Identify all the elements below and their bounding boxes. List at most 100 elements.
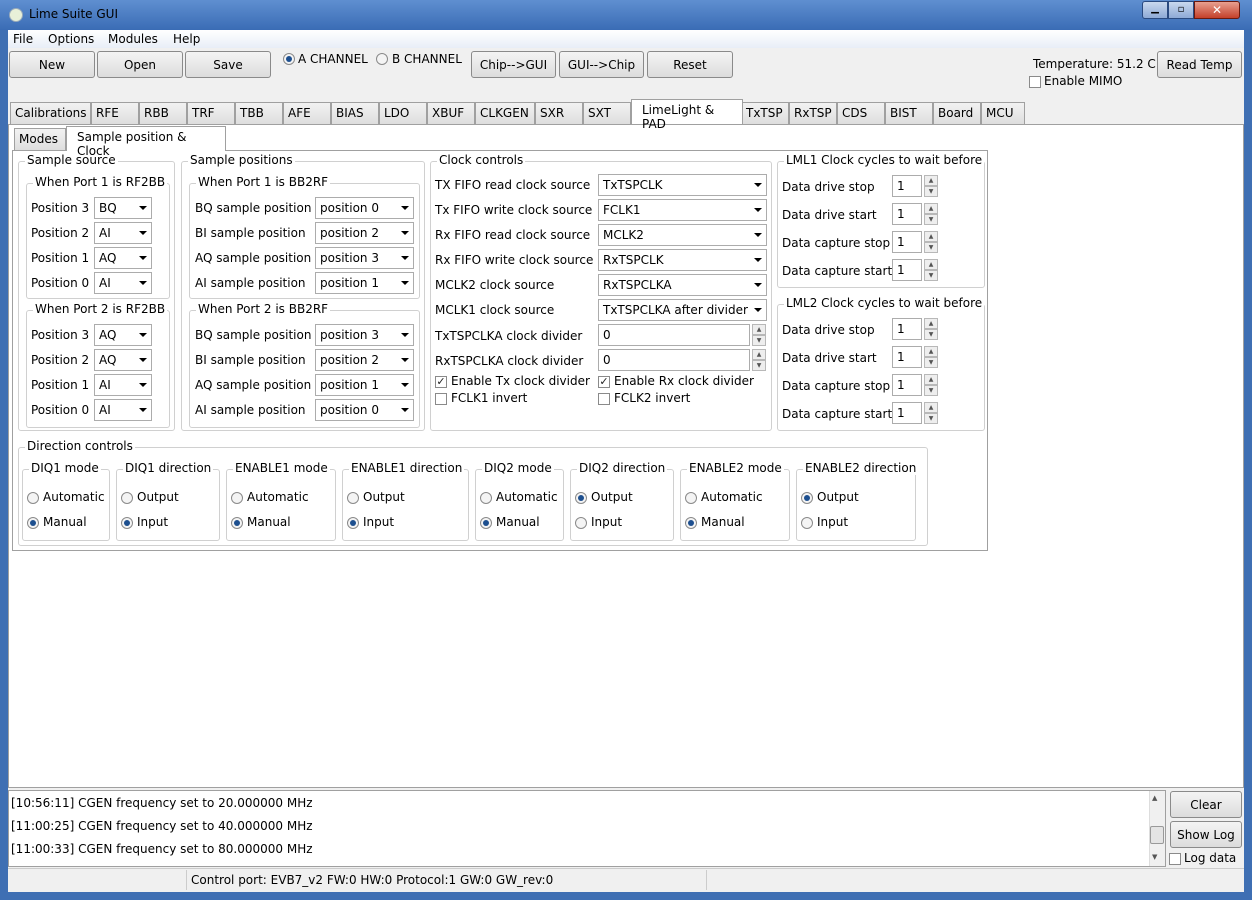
direction-radio-output[interactable]	[575, 492, 587, 504]
tab-rbb[interactable]: RBB	[139, 102, 187, 124]
lml1-spinbox[interactable]: 1	[892, 259, 922, 281]
minimize-button[interactable]: ▁	[1142, 1, 1168, 19]
chip-to-gui-button[interactable]: Chip-->GUI	[471, 51, 556, 78]
clock-source-combo[interactable]: RxTSPCLKA	[598, 274, 767, 296]
sample-positions-port2-combo[interactable]: position 3	[315, 324, 414, 346]
spin-down-icon[interactable]: ▼	[924, 413, 938, 424]
direction-radio-input[interactable]	[121, 517, 133, 529]
sample-source-port1-combo[interactable]: AQ	[94, 247, 152, 269]
channel-a-radio[interactable]	[283, 53, 295, 65]
clock-source-combo[interactable]: FCLK1	[598, 199, 767, 221]
spin-up-icon[interactable]: ▲	[924, 259, 938, 270]
channel-a-label[interactable]: A CHANNEL	[298, 52, 368, 66]
direction-option-label[interactable]: Output	[817, 490, 859, 504]
tab-ldo[interactable]: LDO	[379, 102, 427, 124]
spin-up-icon[interactable]: ▲	[924, 374, 938, 385]
tab-xbuf[interactable]: XBUF	[427, 102, 475, 124]
direction-radio-output[interactable]	[347, 492, 359, 504]
enable-mimo-label[interactable]: Enable MIMO	[1044, 74, 1122, 88]
direction-option-label[interactable]: Manual	[43, 515, 87, 529]
maximize-button[interactable]: ▫	[1168, 1, 1194, 19]
clock-option-checkbox[interactable]: ✓	[435, 376, 447, 388]
enable-mimo-checkbox[interactable]	[1029, 76, 1041, 88]
direction-radio-manual[interactable]	[480, 517, 492, 529]
tab-bist[interactable]: BIST	[885, 102, 933, 124]
spin-up-icon[interactable]: ▲	[752, 349, 766, 360]
sample-positions-port1-combo[interactable]: position 0	[315, 197, 414, 219]
sample-positions-port1-combo[interactable]: position 2	[315, 222, 414, 244]
clock-option-label[interactable]: FCLK2 invert	[614, 391, 690, 405]
clock-source-combo[interactable]: RxTSPCLK	[598, 249, 767, 271]
clock-source-combo[interactable]: TxTSPCLKA after divider	[598, 299, 767, 321]
spin-up-icon[interactable]: ▲	[752, 324, 766, 335]
spin-up-icon[interactable]: ▲	[924, 318, 938, 329]
tab-bias[interactable]: BIAS	[331, 102, 379, 124]
spin-up-icon[interactable]: ▲	[924, 346, 938, 357]
direction-radio-output[interactable]	[801, 492, 813, 504]
tab-board[interactable]: Board	[933, 102, 981, 124]
direction-option-label[interactable]: Input	[591, 515, 622, 529]
direction-radio-output[interactable]	[121, 492, 133, 504]
tab-sxt[interactable]: SXT	[583, 102, 631, 124]
direction-radio-input[interactable]	[347, 517, 359, 529]
clock-source-combo[interactable]: TxTSPCLK	[598, 174, 767, 196]
subtab-modes[interactable]: Modes	[14, 128, 66, 150]
subtab-sample-position-clock[interactable]: Sample position & Clock	[66, 126, 226, 158]
spin-up-icon[interactable]: ▲	[924, 175, 938, 186]
tab-clkgen[interactable]: CLKGEN	[475, 102, 535, 124]
show-log-button[interactable]: Show Log	[1170, 821, 1242, 848]
sample-source-port1-combo[interactable]: BQ	[94, 197, 152, 219]
direction-radio-input[interactable]	[801, 517, 813, 529]
direction-option-label[interactable]: Output	[137, 490, 179, 504]
direction-option-label[interactable]: Automatic	[43, 490, 105, 504]
clock-option-label[interactable]: Enable Tx clock divider	[451, 374, 590, 388]
lml2-spinbox[interactable]: 1	[892, 402, 922, 424]
lml2-spinbox[interactable]: 1	[892, 374, 922, 396]
spin-up-icon[interactable]: ▲	[924, 231, 938, 242]
menu-modules[interactable]: Modules	[108, 32, 158, 46]
spin-down-icon[interactable]: ▼	[752, 360, 766, 371]
direction-option-label[interactable]: Input	[817, 515, 848, 529]
direction-option-label[interactable]: Manual	[496, 515, 540, 529]
sample-positions-port2-combo[interactable]: position 2	[315, 349, 414, 371]
sample-positions-port2-combo[interactable]: position 0	[315, 399, 414, 421]
tab-sxr[interactable]: SXR	[535, 102, 583, 124]
gui-to-chip-button[interactable]: GUI-->Chip	[559, 51, 644, 78]
scroll-up-icon[interactable]: ▲	[1152, 794, 1157, 802]
scroll-down-icon[interactable]: ▼	[1152, 853, 1157, 861]
direction-radio-manual[interactable]	[27, 517, 39, 529]
channel-b-radio[interactable]	[376, 53, 388, 65]
tab-mcu[interactable]: MCU	[981, 102, 1025, 124]
open-button[interactable]: Open	[97, 51, 183, 78]
clock-option-label[interactable]: Enable Rx clock divider	[614, 374, 754, 388]
tab-trf[interactable]: TRF	[187, 102, 235, 124]
lml1-spinbox[interactable]: 1	[892, 203, 922, 225]
sample-source-port1-combo[interactable]: AI	[94, 222, 152, 244]
spin-down-icon[interactable]: ▼	[924, 214, 938, 225]
direction-radio-automatic[interactable]	[27, 492, 39, 504]
direction-radio-input[interactable]	[575, 517, 587, 529]
direction-option-label[interactable]: Automatic	[247, 490, 309, 504]
menu-help[interactable]: Help	[173, 32, 200, 46]
direction-radio-automatic[interactable]	[685, 492, 697, 504]
direction-option-label[interactable]: Automatic	[496, 490, 558, 504]
close-button[interactable]: ✕	[1194, 1, 1240, 19]
direction-option-label[interactable]: Manual	[247, 515, 291, 529]
spin-up-icon[interactable]: ▲	[924, 203, 938, 214]
clock-divider-spinbox[interactable]: 0	[598, 349, 750, 371]
scroll-thumb[interactable]	[1150, 826, 1164, 844]
tab-txtsp[interactable]: TxTSP	[741, 102, 789, 124]
sample-source-port2-combo[interactable]: AQ	[94, 349, 152, 371]
log-data-checkbox[interactable]	[1169, 853, 1181, 865]
tab-afe[interactable]: AFE	[283, 102, 331, 124]
new-button[interactable]: New	[9, 51, 95, 78]
direction-option-label[interactable]: Output	[363, 490, 405, 504]
direction-radio-manual[interactable]	[231, 517, 243, 529]
sample-source-port2-combo[interactable]: AI	[94, 399, 152, 421]
direction-option-label[interactable]: Automatic	[701, 490, 763, 504]
channel-b-label[interactable]: B CHANNEL	[392, 52, 462, 66]
direction-option-label[interactable]: Input	[137, 515, 168, 529]
lml1-spinbox[interactable]: 1	[892, 231, 922, 253]
spin-down-icon[interactable]: ▼	[924, 357, 938, 368]
lml1-spinbox[interactable]: 1	[892, 175, 922, 197]
